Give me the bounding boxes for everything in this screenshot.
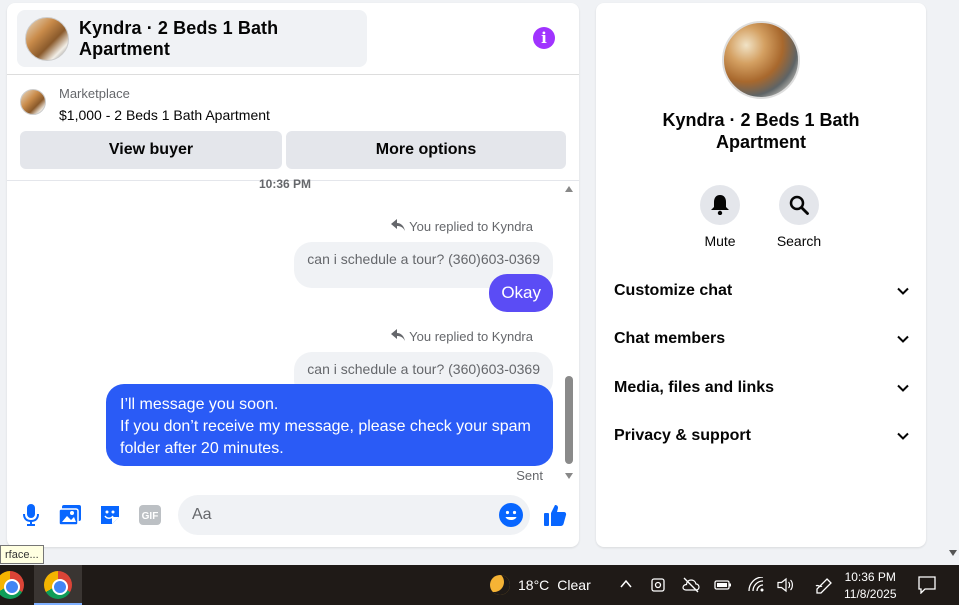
message-line: folder after 20 minutes. bbox=[120, 440, 284, 457]
marketplace-banner: Marketplace $1,000 - 2 Beds 1 Bath Apart… bbox=[7, 75, 579, 181]
reply-icon bbox=[391, 329, 406, 344]
section-chat-members[interactable]: Chat members bbox=[614, 324, 910, 354]
sticker-icon[interactable] bbox=[98, 503, 122, 527]
section-privacy-support[interactable]: Privacy & support bbox=[614, 421, 910, 451]
chevron-down-icon bbox=[897, 335, 909, 343]
scroll-down-arrow-icon[interactable] bbox=[565, 473, 573, 479]
system-clock[interactable]: 10:36 PM 11/8/2025 bbox=[844, 569, 897, 603]
wifi-icon[interactable] bbox=[747, 576, 764, 593]
mute-label: Mute bbox=[704, 233, 736, 249]
pen-icon[interactable] bbox=[815, 577, 832, 594]
bell-icon bbox=[700, 185, 740, 225]
chat-info-panel: Kyndra · 2 Beds 1 Bath Apartment Mute Se… bbox=[596, 3, 926, 547]
section-customize-chat[interactable]: Customize chat bbox=[614, 276, 910, 306]
message-bubble[interactable]: Okay bbox=[489, 274, 553, 312]
message-composer: GIF bbox=[7, 493, 579, 539]
message-input[interactable] bbox=[178, 495, 530, 535]
conversation-title: Kyndra · 2 Beds 1 Bath Apartment bbox=[662, 110, 860, 152]
chat-header: Kyndra · 2 Beds 1 Bath Apartment i bbox=[7, 3, 579, 75]
notification-icon[interactable] bbox=[918, 576, 936, 595]
thumbs-up-icon[interactable] bbox=[542, 502, 568, 528]
reply-note-text: You replied to Kyndra bbox=[409, 329, 533, 344]
listing-thumbnail bbox=[25, 16, 69, 61]
chevron-down-icon bbox=[897, 432, 909, 440]
chat-title: Kyndra · 2 Beds 1 Bath Apartment bbox=[79, 17, 279, 59]
camera-icon[interactable] bbox=[650, 577, 666, 593]
more-options-button[interactable]: More options bbox=[286, 131, 566, 169]
chrome-app-icon[interactable] bbox=[0, 571, 24, 599]
gif-icon[interactable]: GIF bbox=[138, 503, 162, 527]
message-timestamp: 10:36 PM bbox=[259, 177, 312, 191]
chat-title-button[interactable]: Kyndra · 2 Beds 1 Bath Apartment bbox=[17, 10, 367, 67]
marketplace-label: Marketplace bbox=[59, 86, 130, 101]
chevron-down-icon bbox=[897, 287, 909, 295]
photo-icon[interactable] bbox=[58, 503, 82, 527]
chrome-app-icon bbox=[44, 571, 72, 599]
message-bubble[interactable]: I’ll message you soon. If you don’t rece… bbox=[106, 384, 553, 466]
reply-note: You replied to Kyndra bbox=[391, 329, 533, 344]
section-label: Privacy & support bbox=[614, 427, 751, 444]
listing-price: $1,000 - 2 Beds 1 Bath Apartment bbox=[59, 107, 270, 123]
search-button[interactable]: Search bbox=[769, 185, 829, 249]
section-label: Customize chat bbox=[614, 282, 733, 299]
chat-panel: Kyndra · 2 Beds 1 Bath Apartment i Marke… bbox=[7, 3, 579, 547]
tooltip: rface... bbox=[0, 545, 44, 564]
section-label: Media, files and links bbox=[614, 379, 775, 396]
conversation-avatar bbox=[722, 21, 800, 99]
chevron-down-icon bbox=[897, 384, 909, 392]
scroll-up-arrow-icon[interactable] bbox=[565, 186, 573, 192]
weather-widget[interactable]: 18°C Clear bbox=[490, 575, 591, 595]
moon-icon bbox=[490, 575, 510, 595]
gif-label: GIF bbox=[142, 511, 159, 522]
battery-icon[interactable] bbox=[714, 577, 731, 593]
view-buyer-button[interactable]: View buyer bbox=[20, 131, 282, 169]
clock-date: 11/8/2025 bbox=[844, 587, 897, 601]
info-icon[interactable]: i bbox=[533, 27, 555, 49]
message-scrollbar[interactable] bbox=[563, 183, 575, 479]
section-label: Chat members bbox=[614, 330, 726, 347]
temperature: 18°C bbox=[518, 577, 550, 593]
reply-icon bbox=[391, 219, 406, 234]
emoji-icon[interactable] bbox=[499, 503, 523, 527]
reply-note: You replied to Kyndra bbox=[391, 219, 533, 234]
message-line: I’ll message you soon. bbox=[120, 396, 279, 413]
scroll-thumb[interactable] bbox=[565, 376, 573, 464]
reply-note-text: You replied to Kyndra bbox=[409, 219, 533, 234]
cloud-offline-icon[interactable] bbox=[682, 577, 700, 593]
message-line: If you don’t receive my message, please … bbox=[120, 418, 531, 435]
clock-time: 10:36 PM bbox=[844, 570, 896, 584]
chevron-up-icon[interactable] bbox=[619, 577, 635, 593]
mute-button[interactable]: Mute bbox=[690, 185, 750, 249]
taskbar-active-app[interactable] bbox=[34, 565, 82, 605]
search-icon bbox=[779, 185, 819, 225]
microphone-icon[interactable] bbox=[19, 503, 43, 527]
message-list: 10:36 PM You replied to Kyndra can i sch… bbox=[7, 177, 579, 483]
marketplace-thumbnail bbox=[20, 89, 46, 115]
speaker-icon[interactable] bbox=[777, 577, 793, 593]
page-scroll-down-icon[interactable] bbox=[949, 550, 957, 556]
section-media-files-links[interactable]: Media, files and links bbox=[614, 373, 910, 403]
weather-condition: Clear bbox=[557, 577, 591, 593]
taskbar: 18°C Clear 10:36 PM 11/8/2025 bbox=[0, 565, 959, 605]
search-label: Search bbox=[776, 233, 822, 249]
sent-status: Sent bbox=[516, 468, 543, 483]
